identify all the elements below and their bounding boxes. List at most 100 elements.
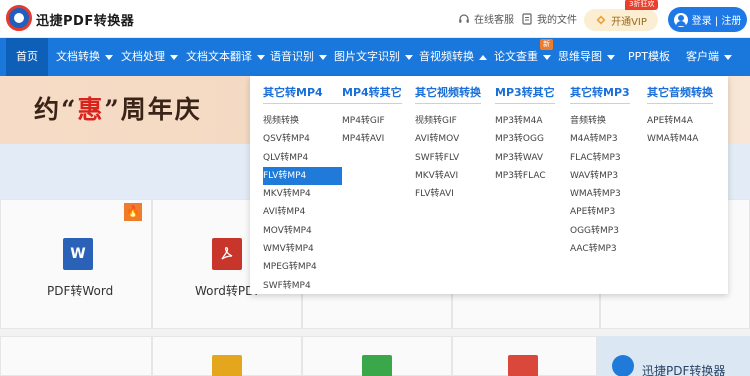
- menu-item-m4a-mp3[interactable]: M4A转MP3: [570, 130, 630, 148]
- nav-mind-map-label: 思维导图: [558, 50, 602, 63]
- menu-item-mkv-avi[interactable]: MKV转AVI: [415, 167, 481, 185]
- nav-image-ocr[interactable]: 图片文字识别: [334, 38, 413, 76]
- nav-mind-map[interactable]: 思维导图: [558, 38, 615, 76]
- menu-item-mp3-m4a[interactable]: MP3转M4A: [495, 112, 555, 130]
- menu-item-video-gif[interactable]: 视频转GIF: [415, 112, 481, 130]
- brand-logo-icon: [612, 355, 634, 376]
- top-header: 迅捷PDF转换器 在线客服 我的文件 开通VIP 3折狂欢 登录 | 注册: [0, 0, 750, 38]
- tool-card[interactable]: [0, 336, 152, 376]
- dropdown-column-other-video: 其它视频转换 视频转GIF AVI转MOV SWF转FLV MKV转AVI FL…: [415, 84, 481, 203]
- nav-home-label: 首页: [16, 50, 38, 63]
- column-header: MP4转其它: [342, 84, 402, 104]
- nav-doc-translate[interactable]: 文档文本翻译: [186, 38, 265, 76]
- menu-item-mp4-gif[interactable]: MP4转GIF: [342, 112, 402, 130]
- menu-item-audio-convert[interactable]: 音频转换: [570, 112, 630, 130]
- nav-doc-process[interactable]: 文档处理: [121, 38, 178, 76]
- document-icon: [522, 12, 532, 25]
- nav-doc-process-label: 文档处理: [121, 50, 165, 63]
- menu-item-mp3-ogg[interactable]: MP3转OGG: [495, 130, 555, 148]
- my-files-link[interactable]: 我的文件: [521, 11, 577, 26]
- nav-doc-convert-label: 文档转换: [56, 50, 100, 63]
- vip-discount-badge: 3折狂欢: [625, 0, 659, 10]
- dropdown-column-to-mp3: 其它转MP3 音频转换 M4A转MP3 FLAC转MP3 WAV转MP3 WMA…: [570, 84, 630, 258]
- menu-item-mkv-mp4[interactable]: MKV转MP4: [263, 185, 342, 203]
- nav-av-convert-label: 音视频转换: [419, 50, 474, 63]
- menu-item-ape-mp3[interactable]: APE转MP3: [570, 203, 630, 221]
- menu-item-mp3-wav[interactable]: MP3转WAV: [495, 149, 555, 167]
- hot-fire-icon: 🔥: [124, 203, 142, 221]
- menu-item-wmv-mp4[interactable]: WMV转MP4: [263, 240, 342, 258]
- chevron-up-icon: [479, 54, 487, 60]
- menu-item-ogg-mp3[interactable]: OGG转MP3: [570, 222, 630, 240]
- menu-item-flv-mp4[interactable]: FLV转MP4: [263, 166, 342, 186]
- open-vip-label: 开通VIP: [611, 16, 647, 28]
- menu-item-aac-mp3[interactable]: AAC转MP3: [570, 240, 630, 258]
- crown-icon: [596, 15, 606, 25]
- pdf-file-icon: [212, 238, 242, 270]
- menu-item-flv-avi[interactable]: FLV转AVI: [415, 185, 481, 203]
- menu-item-wav-mp3[interactable]: WAV转MP3: [570, 167, 630, 185]
- my-files-label: 我的文件: [537, 15, 577, 26]
- nav-doc-convert[interactable]: 文档转换: [56, 38, 113, 76]
- online-service-link[interactable]: 在线客服: [458, 11, 514, 26]
- chevron-down-icon: [105, 54, 113, 60]
- av-convert-dropdown: 其它转MP4 视频转换 QSV转MP4 QLV转MP4 FLV转MP4 MKV转…: [250, 76, 728, 294]
- file-type-icon: [212, 355, 242, 376]
- banner-title: 约“惠”周年庆: [34, 90, 202, 126]
- chevron-down-icon: [170, 54, 178, 60]
- brand-name[interactable]: 迅捷PDF转换器: [36, 10, 134, 29]
- online-service-label: 在线客服: [474, 15, 514, 26]
- chevron-down-icon: [543, 54, 551, 60]
- banner-title-prefix: 约“: [34, 95, 78, 124]
- chevron-down-icon: [607, 54, 615, 60]
- banner-title-suffix: ”周年庆: [104, 95, 202, 124]
- nav-image-ocr-label: 图片文字识别: [334, 50, 400, 63]
- dropdown-column-to-mp4: 其它转MP4 视频转换 QSV转MP4 QLV转MP4 FLV转MP4 MKV转…: [263, 84, 342, 295]
- nav-ppt-template[interactable]: PPT模板: [628, 38, 670, 76]
- chevron-down-icon: [257, 54, 265, 60]
- column-header: 其它转MP3: [570, 84, 630, 104]
- open-vip-button[interactable]: 开通VIP: [584, 9, 658, 31]
- dropdown-column-other-audio: 其它音频转换 APE转M4A WMA转M4A: [647, 84, 713, 149]
- promo-card-label: 迅捷PDF转换器: [642, 364, 726, 376]
- chevron-down-icon: [405, 54, 413, 60]
- chevron-down-icon: [319, 54, 327, 60]
- new-badge: 新: [540, 39, 553, 50]
- file-type-icon: [362, 355, 392, 376]
- column-header: 其它转MP4: [263, 84, 342, 104]
- nav-speech-recognition[interactable]: 语音识别: [270, 38, 327, 76]
- nav-client[interactable]: 客户端: [686, 38, 732, 76]
- menu-item-wma-m4a[interactable]: WMA转M4A: [647, 130, 713, 148]
- login-register-label: 登录 | 注册: [691, 16, 742, 27]
- dropdown-column-mp3-to-other: MP3转其它 MP3转M4A MP3转OGG MP3转WAV MP3转FLAC: [495, 84, 555, 185]
- menu-item-mov-mp4[interactable]: MOV转MP4: [263, 222, 342, 240]
- menu-item-avi-mov[interactable]: AVI转MOV: [415, 130, 481, 148]
- menu-item-avi-mp4[interactable]: AVI转MP4: [263, 203, 342, 221]
- menu-item-wma-mp3[interactable]: WMA转MP3: [570, 185, 630, 203]
- menu-item-video-convert[interactable]: 视频转换: [263, 112, 342, 130]
- menu-item-mp4-avi[interactable]: MP4转AVI: [342, 130, 402, 148]
- column-header: 其它音频转换: [647, 84, 713, 104]
- menu-item-ape-m4a[interactable]: APE转M4A: [647, 112, 713, 130]
- menu-item-qsv-mp4[interactable]: QSV转MP4: [263, 130, 342, 148]
- nav-plagiarism-check-label: 论文查重: [494, 50, 538, 63]
- nav-doc-translate-label: 文档文本翻译: [186, 50, 252, 63]
- chevron-down-icon: [724, 54, 732, 60]
- nav-home[interactable]: 首页: [6, 38, 48, 76]
- menu-item-qlv-mp4[interactable]: QLV转MP4: [263, 149, 342, 167]
- menu-item-mp3-flac[interactable]: MP3转FLAC: [495, 167, 555, 185]
- nav-speech-recognition-label: 语音识别: [270, 50, 314, 63]
- nav-client-label: 客户端: [686, 50, 719, 63]
- nav-av-convert[interactable]: 音视频转换: [419, 38, 487, 76]
- menu-item-swf-flv[interactable]: SWF转FLV: [415, 149, 481, 167]
- menu-item-mpeg-mp4[interactable]: MPEG转MP4: [263, 258, 342, 276]
- menu-item-swf-mp4[interactable]: SWF转MP4: [263, 277, 342, 295]
- nav-ppt-template-label: PPT模板: [628, 50, 670, 63]
- login-register-button[interactable]: 登录 | 注册: [668, 7, 747, 32]
- headset-icon: [459, 13, 469, 23]
- menu-item-flac-mp3[interactable]: FLAC转MP3: [570, 149, 630, 167]
- brand-logo-icon[interactable]: [6, 5, 32, 31]
- word-file-icon: W: [63, 238, 93, 270]
- column-header: 其它视频转换: [415, 84, 481, 104]
- file-type-icon: [508, 355, 538, 376]
